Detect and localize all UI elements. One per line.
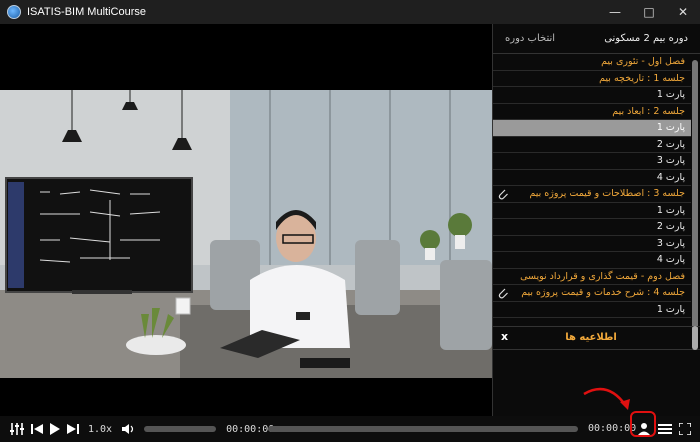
lesson-part-item[interactable]: پارت 1: [493, 203, 691, 219]
paperclip-icon[interactable]: [497, 287, 509, 299]
window-title: ISATIS-BIM MultiCourse: [27, 6, 146, 18]
skip-forward-icon[interactable]: [64, 416, 82, 442]
lesson-part-item[interactable]: پارت 2: [493, 219, 691, 236]
lesson-list: فصل اول - تئوری بیم جلسه 1 : تاریخچه بیم پ…: [493, 54, 700, 342]
lesson-item-label: پارت 1: [656, 204, 685, 216]
lesson-list-scrollbar[interactable]: [692, 60, 698, 336]
lesson-item-label: پارت 3: [656, 155, 685, 166]
lesson-item-label: جلسه 2 : ابعاد بیم: [612, 105, 685, 117]
session-item[interactable]: جلسه 2 : ابعاد بیم: [493, 104, 691, 120]
paperclip-icon[interactable]: [497, 188, 509, 200]
notice-panel: x اطلاعیه ها: [493, 326, 700, 350]
title-bar: ISATIS-BIM MultiCourse — □ ✕: [0, 0, 700, 24]
lesson-item-label: پارت 4: [656, 171, 685, 183]
lesson-part-item[interactable]: پارت 3: [493, 153, 691, 170]
video-player[interactable]: [0, 24, 492, 416]
equalizer-icon[interactable]: [6, 416, 28, 442]
session-item[interactable]: جلسه 4 : شرح خدمات و قیمت پروژه بیم: [493, 285, 691, 302]
notice-label: اطلاعیه ها: [565, 332, 617, 343]
maximize-button[interactable]: □: [632, 0, 666, 24]
session-item[interactable]: جلسه 1 : تاریخچه بیم: [493, 71, 691, 87]
lesson-part-item[interactable]: پارت 1: [493, 120, 691, 137]
seek-bar[interactable]: [268, 426, 578, 432]
lesson-part-item[interactable]: پارت 4: [493, 170, 691, 186]
playback-speed[interactable]: 1.0x: [88, 424, 112, 435]
chapter-header[interactable]: فصل اول - تئوری بیم: [493, 54, 691, 71]
course-sidebar: دوره بیم 2 مسکونی انتخاب دوره فصل اول - …: [492, 24, 700, 416]
lesson-item-label: جلسه 3 : اصطلاحات و قیمت پروژه بیم: [529, 188, 685, 199]
lesson-part-item[interactable]: پارت 1: [493, 302, 691, 318]
annotation-arrow-icon: [583, 387, 630, 410]
chapter-header[interactable]: فصل دوم - قیمت گذاری و قرارداد نویسی: [493, 269, 691, 285]
select-course-button[interactable]: انتخاب دوره: [505, 33, 555, 44]
lesson-item-label: پارت 2: [656, 138, 685, 150]
lesson-item-label: جلسه 4 : شرح خدمات و قیمت پروژه بیم: [521, 287, 685, 298]
window-controls: — □ ✕: [598, 0, 700, 24]
lesson-part-item[interactable]: پارت 3: [493, 236, 691, 252]
total-time: 00:00:00: [588, 423, 637, 434]
lesson-item-label: پارت 2: [656, 221, 685, 232]
app-logo-icon: [7, 5, 21, 19]
lesson-item-label: فصل دوم - قیمت گذاری و قرارداد نویسی: [520, 270, 685, 282]
lesson-part-item[interactable]: پارت 2: [493, 137, 691, 153]
volume-slider[interactable]: [144, 426, 217, 432]
lesson-item-label: پارت 3: [656, 237, 685, 249]
close-button[interactable]: ✕: [666, 0, 700, 24]
minimize-button[interactable]: —: [598, 0, 632, 24]
course-name: دوره بیم 2 مسکونی: [604, 33, 688, 44]
lesson-item-label: پارت 1: [656, 122, 685, 133]
lesson-part-item[interactable]: پارت 1: [493, 87, 691, 104]
lesson-item-label: پارت 4: [656, 254, 685, 265]
video-frame-image: [0, 90, 492, 378]
lesson-item-label: پارت 1: [656, 303, 685, 315]
playlist-icon[interactable]: [656, 416, 674, 442]
lesson-part-item[interactable]: پارت 4: [493, 252, 691, 269]
fullscreen-icon[interactable]: [676, 416, 694, 442]
player-controls: 1.0x 00:00:00 00:00:00: [0, 416, 700, 442]
lesson-item-label: پارت 1: [656, 89, 685, 100]
video-frame: [0, 90, 492, 378]
lesson-item-label: فصل اول - تئوری بیم: [601, 56, 685, 67]
volume-icon[interactable]: [118, 416, 138, 442]
session-item[interactable]: جلسه 3 : اصطلاحات و قیمت پروژه بیم: [493, 186, 691, 203]
skip-back-icon[interactable]: [28, 416, 46, 442]
play-icon[interactable]: [46, 416, 64, 442]
sidebar-header: دوره بیم 2 مسکونی انتخاب دوره: [493, 24, 700, 54]
lesson-item-label: جلسه 1 : تاریخچه بیم: [599, 72, 685, 84]
notice-scrollbar[interactable]: [692, 326, 698, 350]
